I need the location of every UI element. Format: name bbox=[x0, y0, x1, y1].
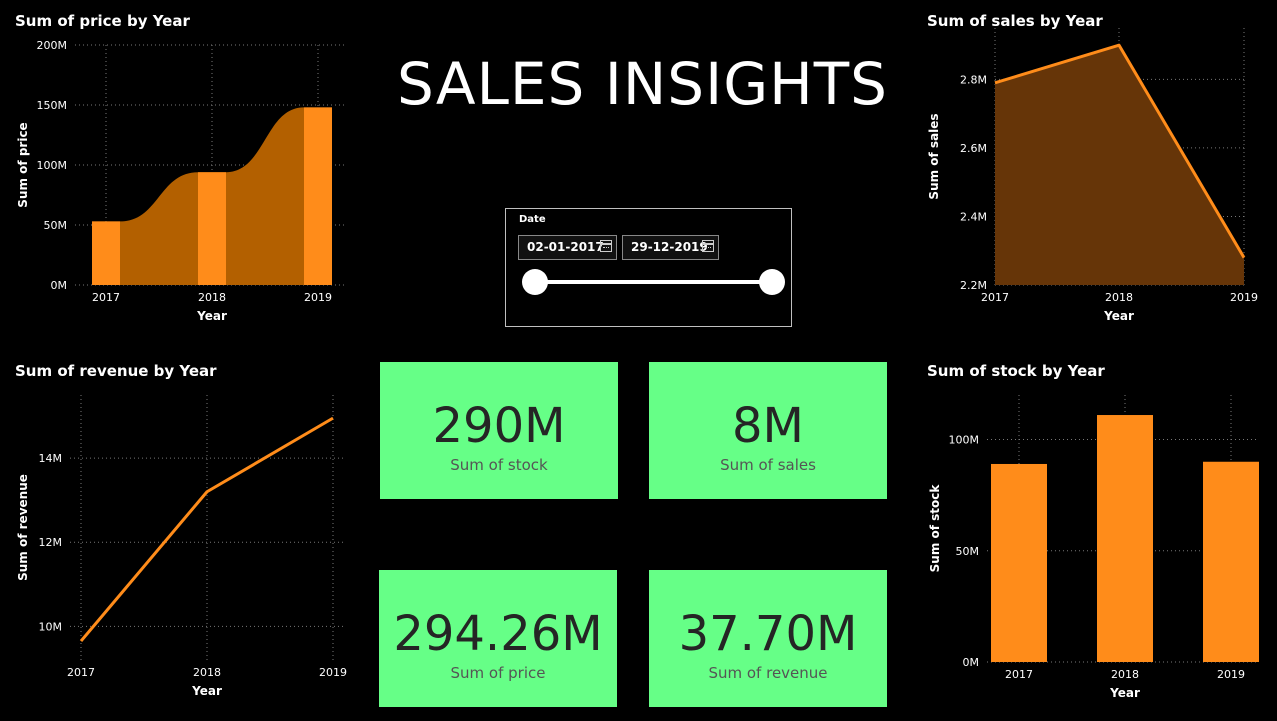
x-tick-label: 2018 bbox=[1105, 291, 1133, 304]
page-title: SALES INSIGHTS bbox=[397, 50, 888, 118]
y-tick-label: 14M bbox=[39, 452, 63, 465]
y-tick-label: 150M bbox=[37, 99, 68, 112]
y-tick-label: 2.6M bbox=[960, 142, 987, 155]
sales-card: 8M Sum of sales bbox=[649, 362, 887, 499]
x-tick-label: 2019 bbox=[304, 291, 332, 304]
y-tick-label: 0M bbox=[963, 656, 980, 669]
bar-2017 bbox=[92, 221, 120, 285]
y-axis-title: Sum of sales bbox=[927, 113, 941, 199]
card-value: 294.26M bbox=[393, 606, 603, 662]
x-axis-title: Year bbox=[191, 684, 222, 698]
y-tick-label: 2.4M bbox=[960, 210, 987, 223]
x-axis-title: Year bbox=[1109, 686, 1140, 700]
x-axis-title: Year bbox=[1103, 309, 1134, 323]
x-axis-title: Year bbox=[196, 309, 227, 323]
card-value: 8M bbox=[732, 398, 804, 454]
date-range-track[interactable] bbox=[534, 280, 771, 284]
card-value: 290M bbox=[432, 398, 566, 454]
x-tick-label: 2019 bbox=[1230, 291, 1258, 304]
calendar-icon[interactable] bbox=[702, 240, 714, 252]
y-tick-label: 50M bbox=[44, 219, 68, 232]
start-date-input[interactable]: 02-01-2017 bbox=[518, 235, 617, 260]
revenue-chart-panel: Sum of revenue by Year 10M 12M 14M 2017 2018… bbox=[0, 350, 360, 721]
bar-2018 bbox=[198, 172, 226, 285]
card-caption: Sum of price bbox=[450, 664, 546, 682]
price-chart: 0M 50M 100M 150M 200M 2017 2018 2019 Year Sum of … bbox=[16, 39, 345, 323]
x-tick-label: 2019 bbox=[1217, 668, 1245, 681]
y-axis-title: Sum of price bbox=[16, 122, 30, 207]
stock-card: 290M Sum of stock bbox=[380, 362, 618, 499]
stock-chart: 0M 50M 100M 2017 2018 2019 Year Sum of stock bbox=[928, 395, 1259, 700]
y-tick-label: 2.8M bbox=[960, 73, 987, 86]
y-tick-label: 50M bbox=[956, 545, 980, 558]
x-tick-label: 2019 bbox=[319, 666, 347, 679]
y-tick-label: 100M bbox=[37, 159, 68, 172]
bar-2017 bbox=[991, 463, 1047, 662]
x-tick-label: 2018 bbox=[193, 666, 221, 679]
x-tick-label: 2017 bbox=[92, 291, 120, 304]
start-date-value: 02-01-2017 bbox=[527, 240, 604, 254]
x-tick-label: 2017 bbox=[67, 666, 95, 679]
area-fill bbox=[995, 45, 1244, 286]
y-tick-label: 200M bbox=[37, 39, 68, 52]
revenue-card: 37.70M Sum of revenue bbox=[649, 570, 887, 707]
stock-chart-panel: Sum of stock by Year 0M 50M 100M 2017 2018 20… bbox=[912, 350, 1277, 721]
bar-2018 bbox=[1097, 415, 1153, 662]
card-caption: Sum of stock bbox=[450, 456, 548, 474]
x-tick-label: 2018 bbox=[198, 291, 226, 304]
sales-chart-panel: Sum of sales by Year 2.2M 2.4M 2.6M 2.8M 201… bbox=[912, 0, 1277, 340]
card-caption: Sum of sales bbox=[720, 456, 816, 474]
x-tick-label: 2018 bbox=[1111, 668, 1139, 681]
price-card: 294.26M Sum of price bbox=[379, 570, 617, 707]
revenue-chart: 10M 12M 14M 2017 2018 2019 Year Sum of revenue bbox=[16, 395, 347, 698]
y-axis-title: Sum of stock bbox=[928, 484, 942, 573]
end-date-value: 29-12-2019 bbox=[631, 240, 708, 254]
sales-chart: 2.2M2.4M2.6M2.8M2017 2018 2019YearSum of s… bbox=[927, 28, 1258, 323]
y-axis-title: Sum of revenue bbox=[16, 474, 30, 581]
end-date-input[interactable]: 29-12-2019 bbox=[622, 235, 719, 260]
date-slicer: Date 02-01-2017 29-12-2019 bbox=[505, 208, 792, 327]
calendar-icon[interactable] bbox=[600, 240, 612, 252]
x-tick-label: 2017 bbox=[981, 291, 1009, 304]
bar-2019 bbox=[304, 107, 332, 286]
bar-2019 bbox=[1203, 461, 1259, 662]
range-start-handle[interactable] bbox=[522, 269, 548, 295]
y-tick-label: 100M bbox=[949, 434, 980, 447]
y-tick-label: 0M bbox=[51, 279, 68, 292]
slicer-label: Date bbox=[519, 214, 546, 225]
range-end-handle[interactable] bbox=[759, 269, 785, 295]
card-caption: Sum of revenue bbox=[708, 664, 828, 682]
y-tick-label: 12M bbox=[39, 536, 63, 549]
y-tick-label: 10M bbox=[39, 620, 63, 633]
x-tick-label: 2017 bbox=[1005, 668, 1033, 681]
card-value: 37.70M bbox=[678, 606, 858, 662]
price-chart-panel: Sum of price by Year 0M 50M 100M 150M 200M 20… bbox=[0, 0, 360, 340]
